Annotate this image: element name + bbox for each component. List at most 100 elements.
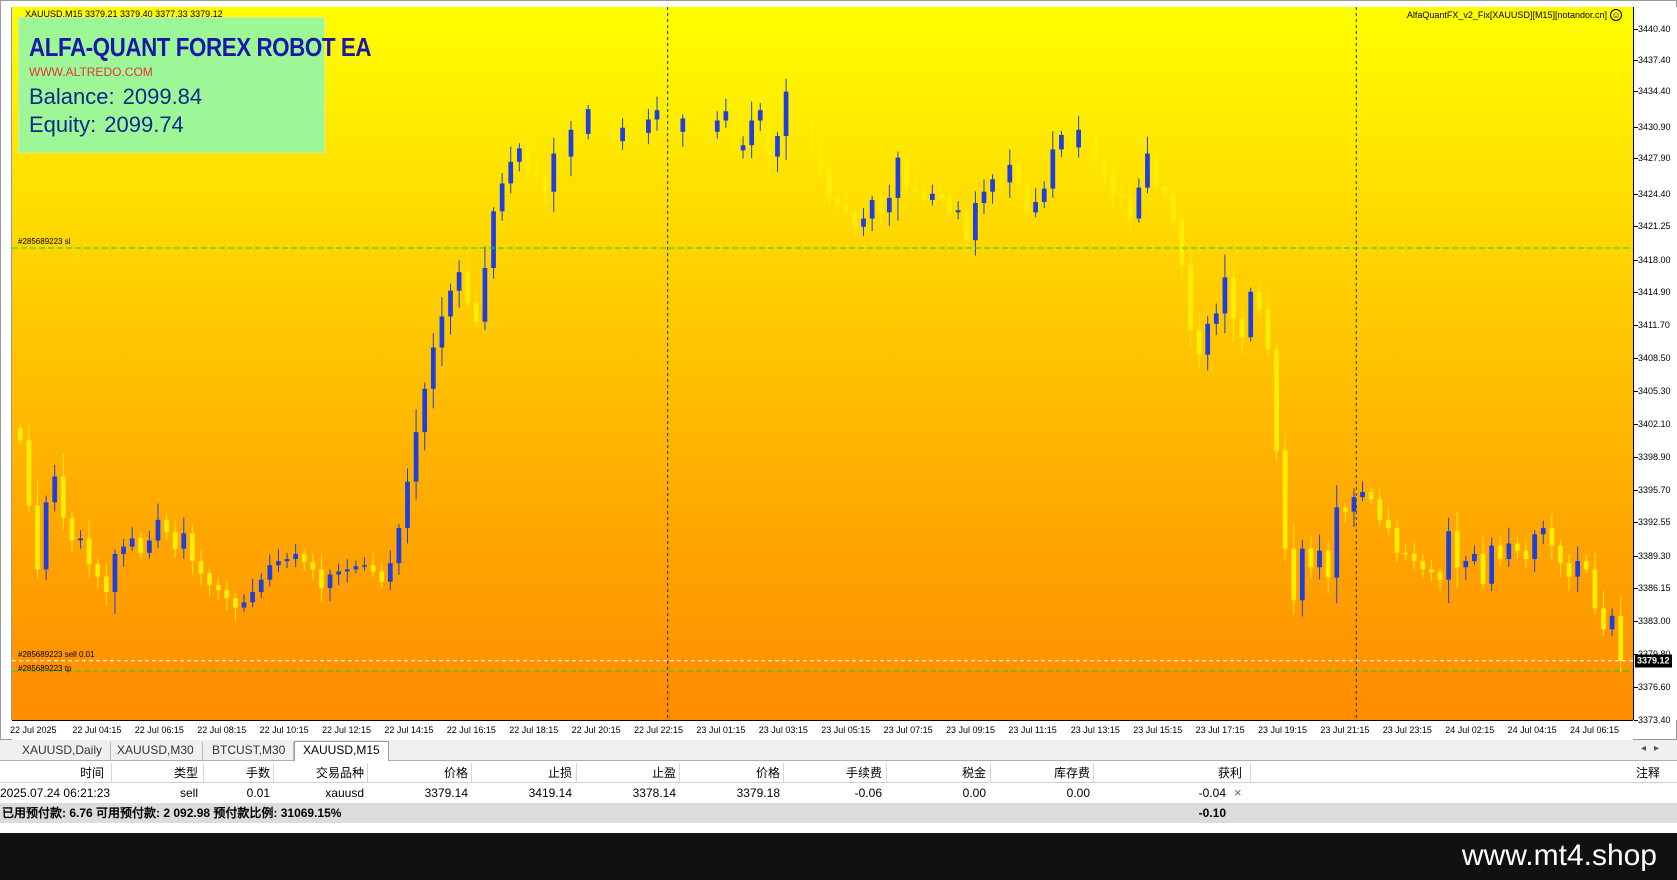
candle-body <box>852 213 858 227</box>
col-type[interactable]: 类型 <box>140 763 198 783</box>
col-taxes[interactable]: 税金 <box>910 763 986 783</box>
candle-body <box>869 199 875 219</box>
order-time: 2025.07.24 06:21:23 <box>0 786 111 800</box>
candle-body <box>508 161 514 184</box>
candle-body <box>1110 174 1116 194</box>
candle-body <box>1093 130 1099 159</box>
candle-body <box>1050 149 1056 189</box>
price-axis[interactable]: 3440.40 3437.40 3434.40 3430.90 3427.90 3424.… <box>1633 7 1677 725</box>
candle-body <box>912 186 918 192</box>
equity-value: 2099.74 <box>104 112 184 137</box>
time-tick-label: 24 Jul 04:15 <box>1507 725 1557 735</box>
candle-body <box>886 197 892 213</box>
candle-body <box>1265 309 1271 350</box>
tab-xauusd-m30[interactable]: XAUUSD,M30 <box>109 742 203 760</box>
price-tick-label: 3427.90 <box>1638 152 1671 163</box>
col-symbol[interactable]: 交易品种 <box>290 763 364 783</box>
equity-label: Equity: <box>29 112 97 137</box>
candle-body <box>904 157 909 187</box>
candle-body <box>1007 164 1013 183</box>
price-tick-label: 3437.40 <box>1638 54 1671 65</box>
candle-body <box>611 120 617 142</box>
time-tick-label: 22 Jul 20:15 <box>571 725 621 735</box>
price-tick-label: 3383.00 <box>1638 615 1671 626</box>
candle-body <box>1342 507 1348 512</box>
candle-body <box>689 118 694 121</box>
candle-body <box>1446 531 1451 580</box>
col-open-price[interactable]: 价格 <box>400 763 468 783</box>
price-tick-label: 3395.70 <box>1638 484 1671 495</box>
candle-body <box>1222 277 1228 314</box>
trade-terminal: 时间 类型 手数 交易品种 价格 止损 止盈 价格 手续费 税金 库存费 获利 … <box>0 761 1677 833</box>
candle-body <box>1472 553 1477 562</box>
time-tick-label: 23 Jul 21:15 <box>1320 725 1370 735</box>
col-sl[interactable]: 止损 <box>500 763 572 783</box>
candle-body <box>362 565 367 567</box>
candle-body <box>723 111 729 121</box>
tab-xauusd-m15[interactable]: XAUUSD,M15 <box>294 741 389 761</box>
candle-body <box>1119 193 1125 198</box>
candle-body <box>293 553 299 560</box>
smiley-icon[interactable]: ☺ <box>1610 9 1622 21</box>
tab-scroll-arrows[interactable]: ◂▸ <box>1641 743 1667 754</box>
candle-body <box>628 127 634 131</box>
col-swap[interactable]: 库存费 <box>1010 763 1090 783</box>
order-row[interactable]: 2025.07.24 06:21:23 sell 0.01 xauusd 337… <box>0 783 1677 803</box>
candle-body <box>86 538 92 565</box>
ea-label[interactable]: AlfaQuantFX_v2_Fix[XAUUSD][M15][notandor… <box>1407 9 1622 21</box>
candle-body <box>981 191 987 204</box>
col-comment[interactable]: 注释 <box>1600 763 1660 783</box>
candle-body <box>1291 548 1297 601</box>
candle-body <box>637 130 643 133</box>
candle-body <box>749 120 755 146</box>
col-lots[interactable]: 手数 <box>210 763 270 783</box>
candle-body <box>43 502 49 570</box>
candle-body <box>413 432 419 482</box>
candle-body <box>430 347 436 389</box>
candle-body <box>103 576 109 593</box>
col-profit[interactable]: 获利 <box>1170 763 1242 783</box>
col-tp[interactable]: 止盈 <box>610 763 676 783</box>
time-tick-label: 23 Jul 19:15 <box>1258 725 1308 735</box>
time-tick-label: 23 Jul 15:15 <box>1133 725 1183 735</box>
order-sl[interactable]: 3419.14 <box>500 783 572 803</box>
candle-body <box>69 517 75 541</box>
candle-body <box>1308 548 1314 568</box>
candle-body <box>1084 129 1090 132</box>
candle-body <box>276 561 281 566</box>
candle-body <box>1067 134 1073 148</box>
time-tick-label: 23 Jul 03:15 <box>758 725 808 735</box>
candle-body <box>1394 528 1400 553</box>
close-order-icon[interactable]: × <box>1234 783 1242 803</box>
col-commission[interactable]: 手续费 <box>800 763 882 783</box>
footer-bar: www.mt4.shop <box>0 833 1677 880</box>
candle-body <box>121 546 126 554</box>
candle-body <box>405 481 410 529</box>
time-tick-label: 22 Jul 12:15 <box>322 725 372 735</box>
candle-body <box>250 592 255 603</box>
order-swap: 0.00 <box>1066 786 1090 800</box>
time-axis[interactable]: 22 Jul 2025 22 Jul 04:15 22 Jul 06:15 22 Ju… <box>10 720 1633 740</box>
candle-body <box>1583 561 1589 570</box>
candle-body <box>1515 543 1520 551</box>
candle-body <box>465 272 471 304</box>
ea-url: WWW.ALTREDO.COM <box>29 65 153 79</box>
tab-btcust-m30[interactable]: BTCUST,M30 <box>204 742 295 760</box>
candle-body <box>714 120 720 132</box>
col-time[interactable]: 时间 <box>50 763 104 783</box>
candle-body <box>1609 615 1615 630</box>
ea-info-panel: ALFA-QUANT FOREX ROBOT EA WWW.ALTREDO.CO… <box>18 17 371 153</box>
chart-window[interactable]: XAUUSD,M15 3379.21 3379.40 3377.33 3379.… <box>0 0 1677 740</box>
price-tick-label: 3389.30 <box>1638 550 1671 561</box>
price-tick-label: 3414.90 <box>1638 286 1671 297</box>
tab-xauusd-daily[interactable]: XAUUSD,Daily <box>14 742 112 760</box>
candle-body <box>1618 615 1624 661</box>
candle-body <box>990 179 995 192</box>
ea-name: AlfaQuantFX_v2_Fix[XAUUSD][M15][notandor… <box>1406 10 1607 20</box>
terminal-header-row: 时间 类型 手数 交易品种 价格 止损 止盈 价格 手续费 税金 库存费 获利 … <box>0 763 1677 783</box>
candle-body <box>1256 291 1262 310</box>
order-tp[interactable]: 3378.14 <box>610 783 676 803</box>
col-price[interactable]: 价格 <box>710 763 780 783</box>
candle-body <box>947 197 952 213</box>
candle-body <box>1317 550 1322 568</box>
